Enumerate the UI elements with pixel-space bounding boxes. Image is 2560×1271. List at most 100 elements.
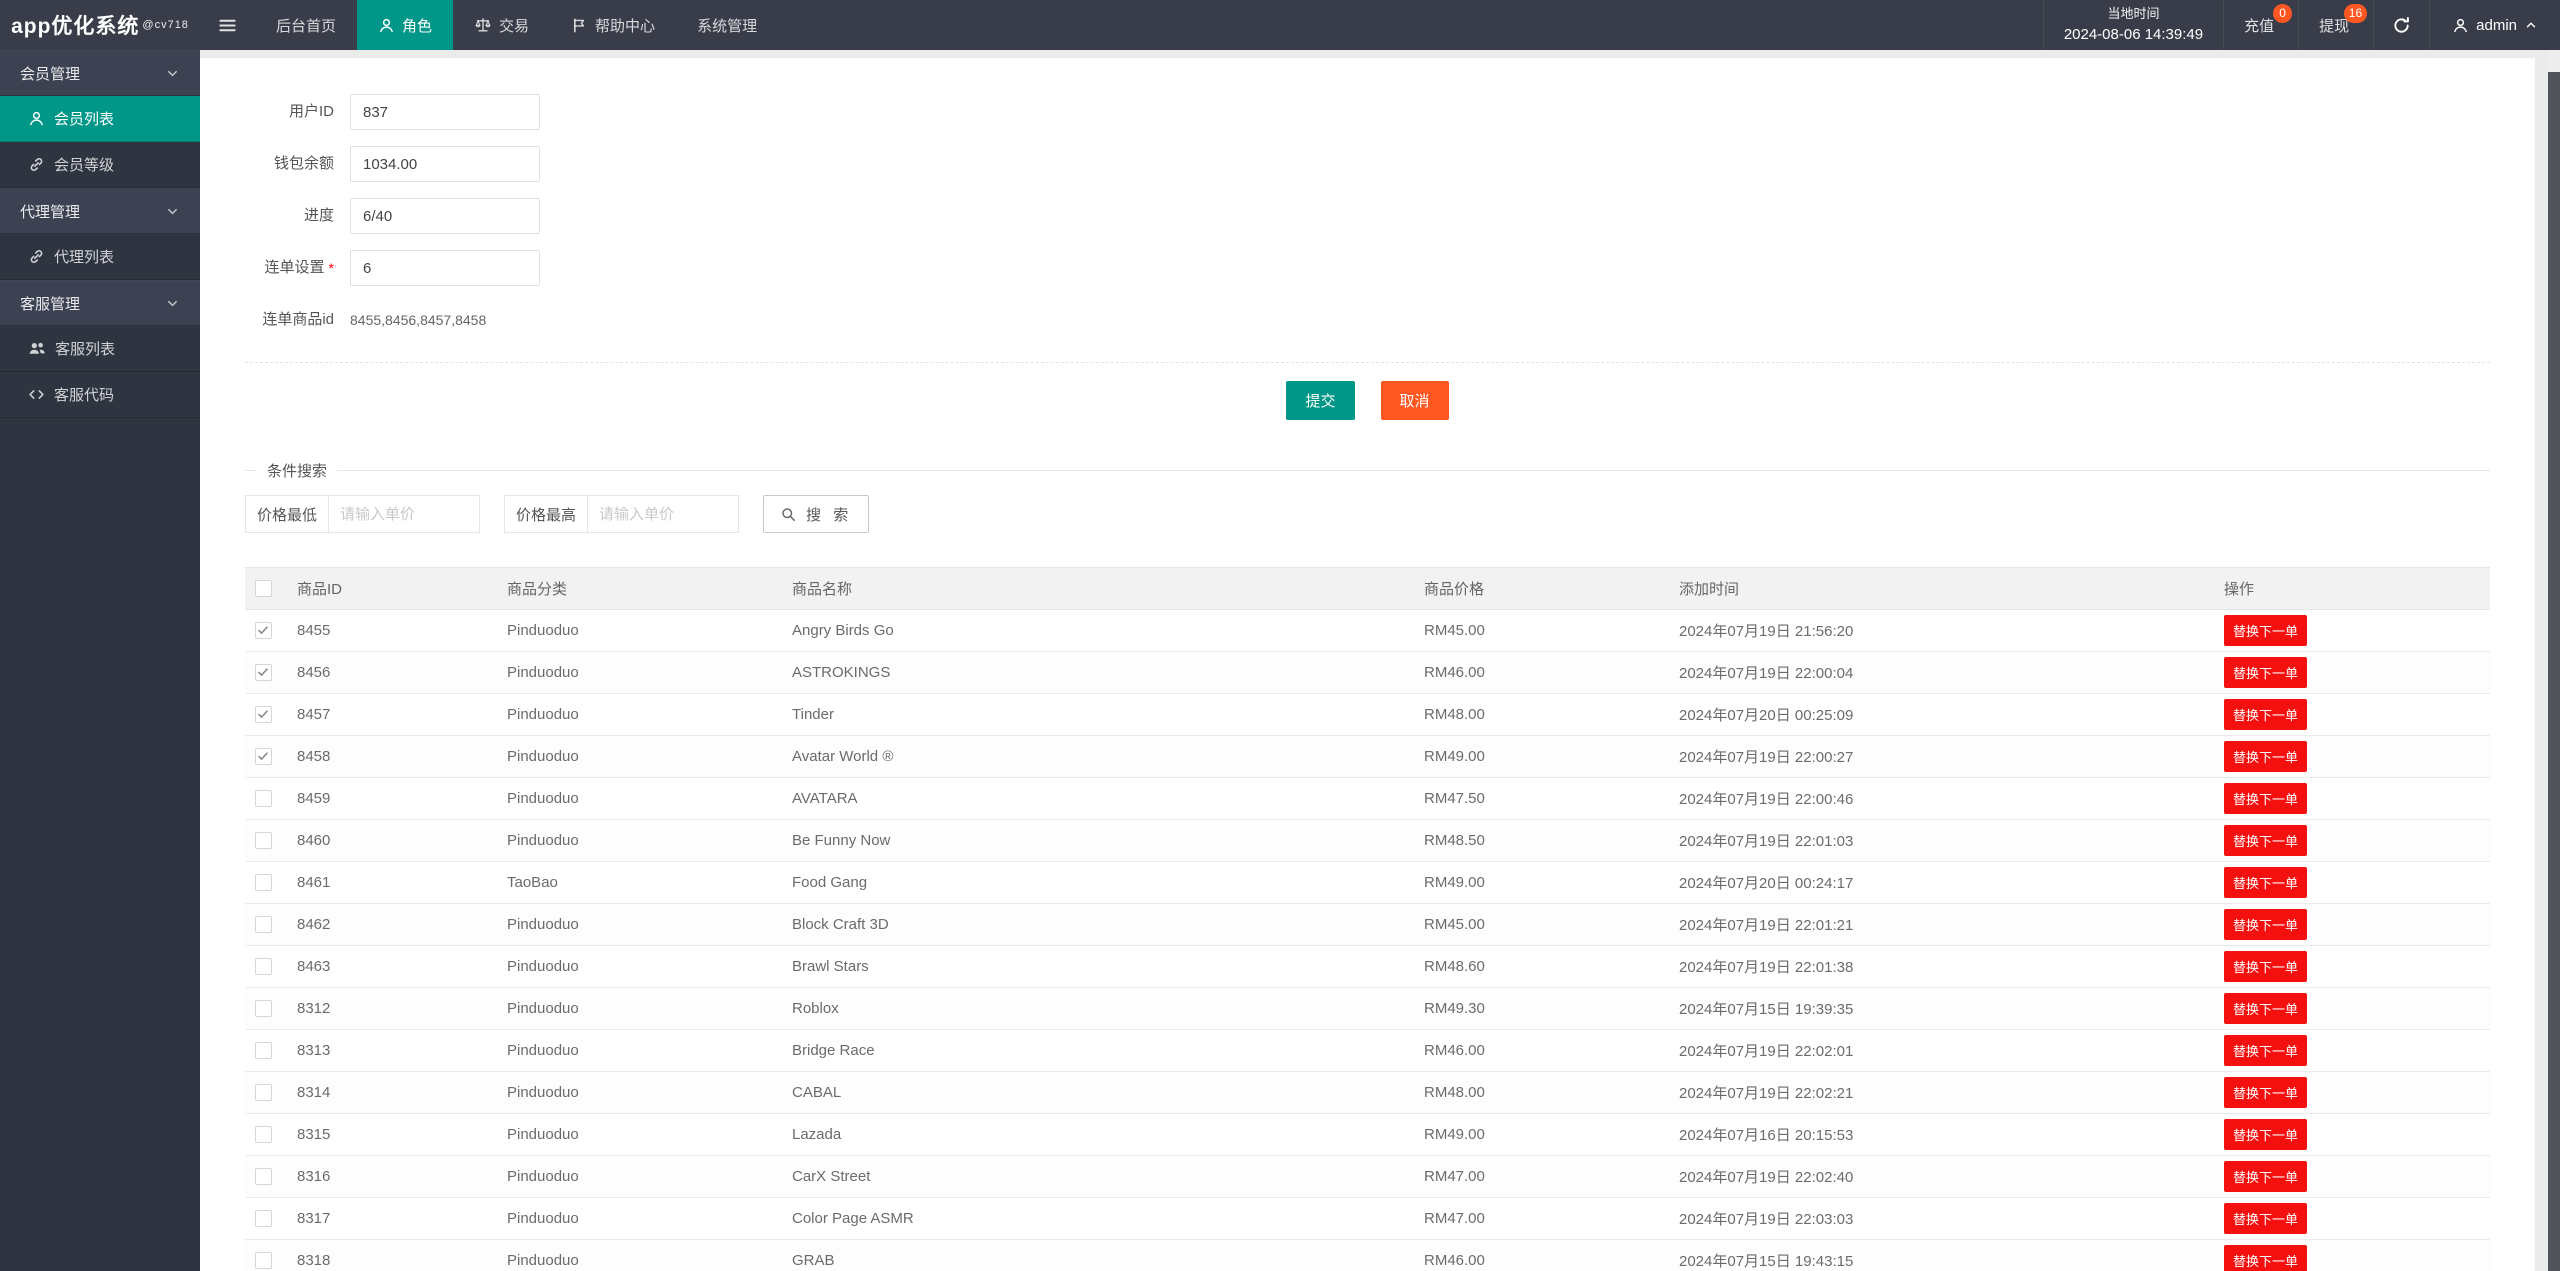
chevron-down-icon (165, 296, 180, 311)
row-checkbox[interactable] (255, 1000, 272, 1018)
row-checkbox[interactable] (255, 1126, 272, 1144)
table-row: 8462 Pinduoduo Block Craft 3D RM45.00 2024年0… (245, 903, 2490, 946)
cell-goods-id: 8461 (287, 861, 497, 904)
row-checkbox[interactable] (255, 1252, 272, 1270)
replace-next-order-button[interactable]: 替换下一单 (2224, 783, 2308, 814)
replace-next-order-button[interactable]: 替换下一单 (2224, 867, 2308, 898)
row-checkbox[interactable] (255, 1084, 272, 1102)
replace-next-order-button[interactable]: 替换下一单 (2224, 1203, 2308, 1234)
cell-actions: 替换下一单 (2214, 1155, 2490, 1198)
row-checkbox[interactable] (255, 916, 272, 934)
replace-next-order-button[interactable]: 替换下一单 (2224, 1077, 2308, 1108)
row-checkbox[interactable] (255, 1210, 272, 1228)
cell-goods-price: RM45.00 (1414, 903, 1669, 946)
table-row: 8461 TaoBao Food Gang RM49.00 2024年07月20日 00… (245, 861, 2490, 904)
sidebar-group-6[interactable]: 客服管理 (0, 280, 200, 326)
sidebar-group-1[interactable]: 会员管理 (0, 50, 200, 96)
cell-goods-id: 8315 (287, 1113, 497, 1156)
top-navbar: app优化系统 @cv718 后台首页 角色 交易 帮助中心 系统管理 当地时间 202… (0, 0, 2560, 50)
row-checkbox[interactable] (255, 832, 272, 850)
cell-added-time: 2024年07月19日 22:03:03 (1669, 1197, 2214, 1240)
nav-tab-3[interactable]: 交易 (453, 0, 550, 50)
replace-next-order-button[interactable]: 替换下一单 (2224, 699, 2308, 730)
row-checkbox[interactable] (255, 748, 272, 766)
row-checkbox[interactable] (255, 874, 272, 892)
withdraw-badge: 16 (2343, 4, 2368, 23)
form-row-4: 连单设置 * (200, 250, 2535, 286)
row-checkbox[interactable] (255, 706, 272, 724)
form-buttons-row: 提交 取消 (200, 381, 2535, 420)
cell-actions: 替换下一单 (2214, 693, 2490, 736)
replace-next-order-button[interactable]: 替换下一单 (2224, 1161, 2308, 1192)
withdraw-button[interactable]: 提现 16 (2298, 0, 2373, 50)
nav-tab-4[interactable]: 帮助中心 (550, 0, 676, 50)
replace-next-order-button[interactable]: 替换下一单 (2224, 951, 2308, 982)
cell-actions: 替换下一单 (2214, 609, 2490, 652)
cell-goods-id: 8455 (287, 609, 497, 652)
nav-tab-5[interactable]: 系统管理 (676, 0, 778, 50)
replace-next-order-button[interactable]: 替换下一单 (2224, 1245, 2308, 1271)
replace-next-order-button[interactable]: 替换下一单 (2224, 825, 2308, 856)
sidebar-item-2[interactable]: 会员列表 (0, 96, 200, 142)
row-checkbox-cell (245, 861, 287, 904)
replace-next-order-button[interactable]: 替换下一单 (2224, 909, 2308, 940)
replace-next-order-button[interactable]: 替换下一单 (2224, 657, 2308, 688)
sidebar-item-8[interactable]: 客服代码 (0, 372, 200, 418)
row-checkbox[interactable] (255, 664, 272, 682)
sidebar-item-3[interactable]: 会员等级 (0, 142, 200, 188)
search-button[interactable]: 搜 索 (763, 495, 870, 533)
cell-added-time: 2024年07月20日 00:25:09 (1669, 693, 2214, 736)
navbar-spacer (778, 0, 2043, 50)
scrollbar-thumb[interactable] (2548, 72, 2560, 1271)
form-field-input[interactable] (350, 146, 540, 182)
link-icon (28, 248, 45, 265)
cell-added-time: 2024年07月19日 22:02:40 (1669, 1155, 2214, 1198)
cancel-button[interactable]: 取消 (1380, 381, 1449, 420)
price-min-input[interactable] (329, 496, 480, 532)
table-header-checkbox-cell (245, 567, 287, 610)
row-checkbox[interactable] (255, 958, 272, 976)
cell-goods-category: Pinduoduo (497, 1155, 782, 1198)
replace-next-order-button[interactable]: 替换下一单 (2224, 741, 2308, 772)
sidebar-item-7[interactable]: 客服列表 (0, 326, 200, 372)
replace-next-order-button[interactable]: 替换下一单 (2224, 615, 2308, 646)
search-button-label: 搜 索 (806, 506, 853, 524)
form-field-input[interactable] (350, 250, 540, 286)
cell-actions: 替换下一单 (2214, 945, 2490, 988)
row-checkbox-cell (245, 1239, 287, 1271)
form-field-input[interactable] (350, 198, 540, 234)
cell-actions: 替换下一单 (2214, 819, 2490, 862)
replace-next-order-button[interactable]: 替换下一单 (2224, 993, 2308, 1024)
replace-next-order-button[interactable]: 替换下一单 (2224, 1119, 2308, 1150)
nav-tab-2[interactable]: 角色 (357, 0, 454, 50)
table-header-col: 操作 (2214, 567, 2490, 610)
row-checkbox[interactable] (255, 790, 272, 808)
cell-goods-name: CABAL (782, 1071, 1414, 1114)
row-checkbox[interactable] (255, 1042, 272, 1060)
refresh-button[interactable] (2373, 0, 2429, 50)
select-all-checkbox[interactable] (255, 580, 272, 598)
cell-goods-price: RM47.00 (1414, 1155, 1669, 1198)
cell-actions: 替换下一单 (2214, 903, 2490, 946)
submit-button[interactable]: 提交 (1286, 381, 1355, 420)
sidebar-item-5[interactable]: 代理列表 (0, 234, 200, 280)
cell-goods-category: Pinduoduo (497, 609, 782, 652)
form-field-input[interactable] (350, 94, 540, 130)
price-max-input[interactable] (588, 496, 739, 532)
admin-user-menu[interactable]: admin (2429, 0, 2560, 50)
link-icon (28, 156, 45, 173)
price-max-group: 价格最高 (504, 495, 740, 533)
vertical-scrollbar[interactable] (2548, 50, 2560, 1271)
row-checkbox[interactable] (255, 1168, 272, 1186)
cell-added-time: 2024年07月19日 22:00:46 (1669, 777, 2214, 820)
row-checkbox[interactable] (255, 622, 272, 640)
replace-next-order-button[interactable]: 替换下一单 (2224, 1035, 2308, 1066)
sidebar-group-4[interactable]: 代理管理 (0, 188, 200, 234)
recharge-button[interactable]: 充值 0 (2223, 0, 2298, 50)
table-header-row: 商品ID 商品分类 商品名称 商品价格 添加时间 操作 (245, 567, 2490, 610)
cell-goods-price: RM48.60 (1414, 945, 1669, 988)
cell-goods-name: CarX Street (782, 1155, 1414, 1198)
cell-actions: 替换下一单 (2214, 987, 2490, 1030)
nav-tab-1[interactable]: 后台首页 (255, 0, 357, 50)
sidebar-collapse-button[interactable] (200, 0, 255, 50)
